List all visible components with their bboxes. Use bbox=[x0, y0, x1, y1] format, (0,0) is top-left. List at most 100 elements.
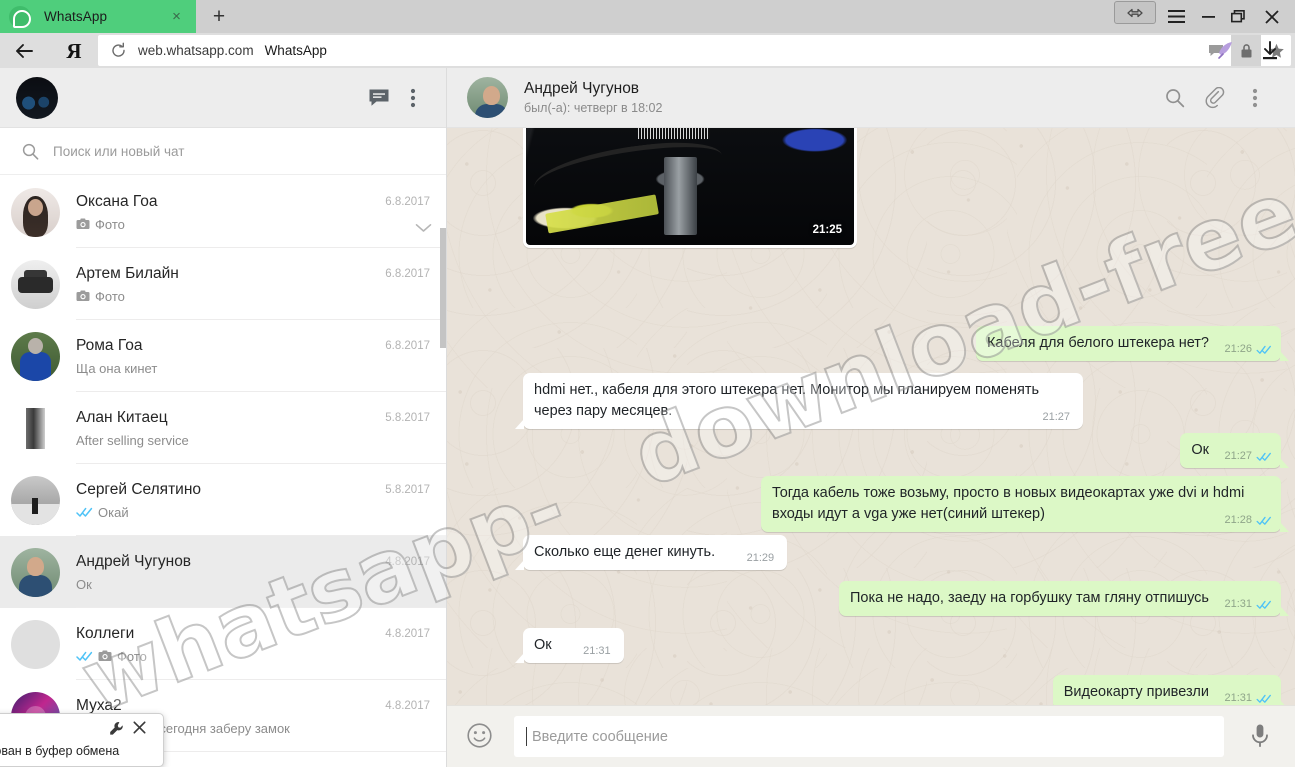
chat-list[interactable]: Оксана Гоа Фото 6.8.2017 Артем Билайн Фото 6.… bbox=[0, 176, 446, 767]
camera-icon bbox=[76, 290, 90, 301]
close-icon bbox=[1265, 9, 1279, 24]
avatar[interactable] bbox=[467, 77, 508, 118]
wrench-icon[interactable] bbox=[109, 721, 125, 737]
chat-list-item[interactable]: Алан Китаец After selling service 5.8.2017 bbox=[0, 392, 446, 464]
window-close-button[interactable] bbox=[1257, 0, 1287, 33]
message-list[interactable]: 21:25 Кабеля для белого штекера нет? 21:26… bbox=[447, 128, 1295, 705]
chat-list-item-name: Рома Гоа bbox=[76, 336, 143, 354]
close-icon[interactable]: × bbox=[169, 9, 184, 24]
more-vertical-icon[interactable] bbox=[396, 81, 430, 115]
back-arrow-icon[interactable] bbox=[13, 40, 35, 62]
message-incoming[interactable]: Ок 21:31 bbox=[515, 628, 624, 663]
message-timestamp: 21:25 bbox=[812, 224, 842, 236]
chat-list-item-name: Коллеги bbox=[76, 624, 135, 642]
reload-icon[interactable] bbox=[110, 42, 127, 59]
screen: WhatsApp × + Я web.whatsapp.com WhatsApp… bbox=[0, 0, 1295, 767]
message-timestamp: 21:27 bbox=[1042, 411, 1070, 423]
message-incoming[interactable]: Сколько еще денег кинуть. 21:29 bbox=[515, 535, 788, 570]
message-bubble[interactable]: hdmi нет., кабеля для этого штекера нет.… bbox=[515, 373, 1083, 429]
avatar bbox=[11, 475, 60, 525]
search-input[interactable]: Поиск или новый чат bbox=[12, 134, 434, 168]
message-outgoing[interactable]: Тогда кабель тоже возьму, просто в новых… bbox=[761, 476, 1289, 532]
bubble-tail bbox=[1280, 522, 1289, 532]
chat-list-item-time: 6.8.2017 bbox=[385, 196, 430, 208]
download-glyph bbox=[1263, 41, 1277, 60]
chat-list-item[interactable]: Сергей Селятино Окай 5.8.2017 bbox=[0, 464, 446, 536]
left-right-arrow-icon[interactable] bbox=[1114, 1, 1156, 24]
message-incoming[interactable]: hdmi нет., кабеля для этого штекера нет.… bbox=[515, 373, 1083, 429]
search-glyph bbox=[1166, 88, 1185, 107]
window-maximize-button[interactable] bbox=[1223, 0, 1253, 33]
camera-icon bbox=[98, 650, 112, 661]
bubble-tail bbox=[515, 653, 524, 663]
message-meta: 21:31 bbox=[1224, 693, 1272, 704]
message-outgoing[interactable]: Кабеля для белого штекера нет? 21:26 bbox=[975, 326, 1289, 361]
browser-menu-button[interactable] bbox=[1161, 0, 1191, 33]
chat-list-item[interactable]: Андрей Чугунов Ок 4.8.2017 bbox=[0, 536, 446, 608]
more-vertical-glyph bbox=[410, 88, 416, 107]
microphone-glyph bbox=[1252, 724, 1268, 747]
window-minimize-button[interactable] bbox=[1193, 0, 1223, 33]
message-outgoing[interactable]: Пока не надо, заеду на горбушку там глян… bbox=[838, 581, 1289, 616]
chat-list-item[interactable]: Оксана Гоа Фото 6.8.2017 bbox=[0, 176, 446, 248]
chevron-down-icon bbox=[415, 224, 432, 232]
chat-list-item-preview-text: After selling service bbox=[76, 432, 189, 448]
chat-list-item-preview-text: Ок bbox=[76, 576, 92, 592]
address-bar[interactable]: web.whatsapp.com WhatsApp bbox=[98, 35, 1291, 66]
browser-tab-bar: WhatsApp × + bbox=[0, 0, 1295, 33]
chevron-down-icon[interactable] bbox=[415, 220, 432, 232]
message-input[interactable]: Введите сообщение bbox=[514, 716, 1224, 757]
message-bubble[interactable]: Тогда кабель тоже возьму, просто в новых… bbox=[761, 476, 1289, 532]
message-incoming[interactable]: 21:25 bbox=[523, 128, 857, 248]
quill-icon[interactable] bbox=[1213, 39, 1237, 63]
message-image[interactable]: 21:25 bbox=[526, 128, 854, 245]
message-bubble[interactable]: Кабеля для белого штекера нет? 21:26 bbox=[975, 326, 1289, 361]
double-check-icon bbox=[1256, 452, 1271, 461]
quill-glyph bbox=[1218, 42, 1232, 59]
text-caret bbox=[526, 727, 527, 746]
chat-list-item-name: Алан Китаец bbox=[76, 408, 168, 426]
smiley-icon[interactable] bbox=[466, 722, 496, 752]
more-vertical-icon[interactable] bbox=[1235, 78, 1275, 118]
message-meta: 21:27 bbox=[1224, 451, 1272, 462]
chat-list-item[interactable]: Коллеги Фото 4.8.2017 bbox=[0, 608, 446, 680]
avatar bbox=[11, 259, 60, 309]
double-check-icon bbox=[76, 651, 93, 661]
chat-list-item-preview: Окай bbox=[76, 504, 432, 521]
message-bubble[interactable]: Сколько еще денег кинуть. 21:29 bbox=[515, 535, 788, 570]
message-outgoing[interactable]: Видеокарту привезли 21:31 bbox=[1052, 675, 1289, 705]
download-icon[interactable] bbox=[1259, 40, 1281, 62]
new-tab-button[interactable]: + bbox=[208, 6, 230, 28]
message-bubble[interactable]: Видеокарту привезли 21:31 bbox=[1052, 675, 1289, 705]
message-meta: 21:29 bbox=[747, 553, 779, 564]
media-message-bubble[interactable]: 21:25 bbox=[523, 128, 857, 248]
chat-list-item-time: 6.8.2017 bbox=[385, 268, 430, 280]
conversation-header-meta[interactable]: Андрей Чугунов был(-а): четверг в 18:02 bbox=[524, 79, 1155, 117]
new-chat-icon[interactable] bbox=[362, 81, 396, 115]
minimize-icon bbox=[1201, 15, 1215, 18]
message-timestamp: 21:31 bbox=[1224, 598, 1252, 610]
avatar[interactable] bbox=[16, 76, 58, 119]
avatar bbox=[11, 331, 60, 381]
paperclip-icon[interactable] bbox=[1195, 78, 1235, 118]
message-bubble[interactable]: Ок 21:31 bbox=[515, 628, 624, 663]
search-icon[interactable] bbox=[1155, 78, 1195, 118]
status-badge: был(-а): четверг в 18:02 bbox=[524, 100, 663, 115]
double-check-icon bbox=[1256, 345, 1271, 354]
search-bar: Поиск или новый чат bbox=[0, 128, 446, 175]
message-bubble[interactable]: Пока не надо, заеду на горбушку там глян… bbox=[838, 581, 1289, 616]
close-icon[interactable] bbox=[133, 721, 149, 737]
hamburger-icon bbox=[1167, 10, 1185, 23]
maximize-icon bbox=[1231, 10, 1245, 23]
message-outgoing[interactable]: Ок 21:27 bbox=[1180, 433, 1289, 468]
yandex-logo[interactable]: Я bbox=[62, 39, 86, 63]
message-bubble[interactable]: Ок 21:27 bbox=[1180, 433, 1289, 468]
chat-list-item[interactable]: Артем Билайн Фото 6.8.2017 bbox=[0, 248, 446, 320]
chat-list-item[interactable]: Рома Гоа Ща она кинет 6.8.2017 bbox=[0, 320, 446, 392]
chat-list-item-time: 4.8.2017 bbox=[385, 556, 430, 568]
chat-list-item-preview: After selling service bbox=[76, 432, 432, 449]
browser-tab-whatsapp[interactable]: WhatsApp × bbox=[0, 0, 196, 33]
chat-list-scrollbar[interactable] bbox=[440, 228, 446, 348]
chat-list-item-preview-text: Окай bbox=[98, 504, 129, 520]
microphone-icon[interactable] bbox=[1248, 723, 1276, 751]
